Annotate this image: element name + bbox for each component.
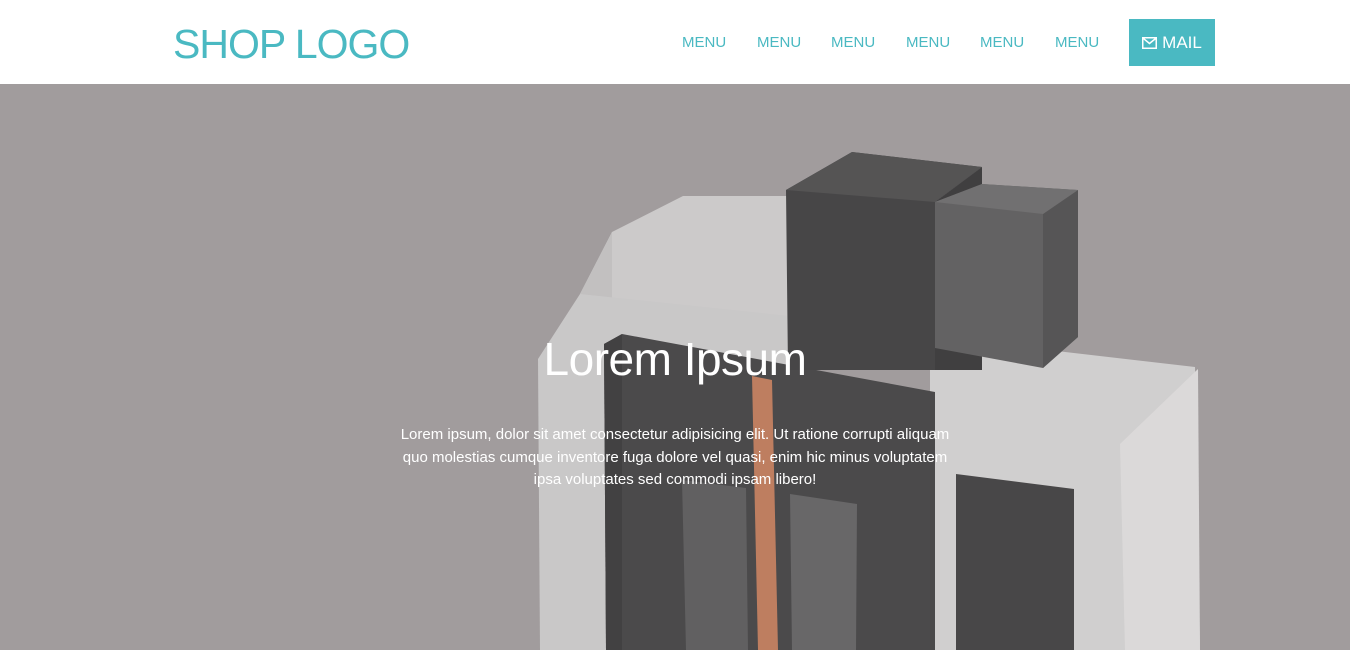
hero-title: Lorem Ipsum bbox=[543, 333, 807, 385]
nav-menu-item-1[interactable]: MENU bbox=[682, 34, 726, 52]
envelope-icon bbox=[1142, 36, 1158, 49]
shop-logo[interactable]: SHOP LOGO bbox=[173, 20, 410, 68]
nav-menu-item-2[interactable]: MENU bbox=[757, 34, 801, 52]
site-header: SHOP LOGO MENU MENU MENU MENU MENU MENU … bbox=[0, 0, 1350, 84]
mail-button[interactable]: MAIL bbox=[1129, 19, 1215, 66]
hero-banner: Lorem Ipsum Lorem ipsum, dolor sit amet … bbox=[0, 84, 1350, 650]
nav-menu-item-3[interactable]: MENU bbox=[831, 34, 875, 52]
nav-menu-item-5[interactable]: MENU bbox=[980, 34, 1024, 52]
mail-button-label: MAIL bbox=[1162, 32, 1202, 52]
hero-description: Lorem ipsum, dolor sit amet consectetur … bbox=[400, 426, 950, 488]
nav-menu-item-4[interactable]: MENU bbox=[906, 34, 950, 52]
nav-menu-item-6[interactable]: MENU bbox=[1055, 34, 1099, 52]
